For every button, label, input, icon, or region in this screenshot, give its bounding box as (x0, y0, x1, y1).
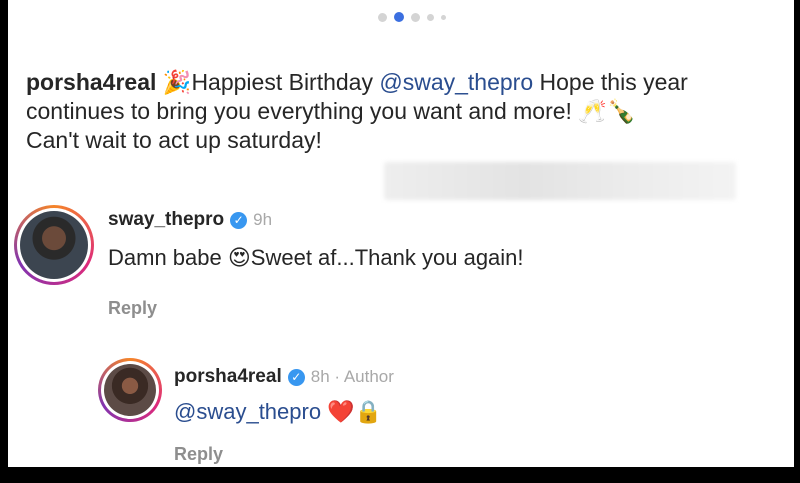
comment-header: porsha4real ✓ 8h · Author (174, 366, 394, 388)
reply-button[interactable]: Reply (108, 298, 157, 319)
comment-text: @sway_thepro ❤️🔒 (174, 399, 382, 425)
avatar-photo (20, 211, 88, 279)
carousel-dot[interactable] (378, 12, 387, 22)
comment-text: Damn babe 😍Sweet af...Thank you again! (108, 245, 524, 271)
comment-text-part: Sweet af...Thank you again! (250, 245, 524, 270)
comment-username[interactable]: sway_thepro (108, 209, 224, 231)
verified-badge-icon: ✓ (230, 211, 248, 229)
comment-time: 9h (253, 210, 273, 229)
comment-username[interactable]: porsha4real (174, 366, 282, 388)
avatar[interactable] (14, 205, 94, 285)
frame-left-border (0, 0, 8, 483)
blurred-region (384, 162, 736, 200)
carousel-dot-active[interactable] (394, 12, 404, 22)
caption-text: Happiest Birthday (191, 69, 380, 95)
comment-time: 8h · Author (310, 367, 394, 386)
frame-right-border (794, 0, 800, 483)
carousel-dot[interactable] (411, 12, 420, 22)
reply-button[interactable]: Reply (174, 444, 223, 465)
frame-bottom-border (0, 467, 800, 483)
comment-mention[interactable]: @sway_thepro (174, 399, 321, 424)
party-emoji: 🎉 (162, 69, 192, 95)
verified-badge-icon: ✓ (287, 368, 305, 386)
post-caption: porsha4real 🎉Happiest Birthday @sway_the… (26, 68, 786, 155)
avatar-photo (104, 364, 156, 416)
carousel-dot[interactable] (427, 13, 434, 21)
heart-eyes-emoji: 😍 (227, 245, 251, 270)
comment-header: sway_thepro ✓ 9h (108, 209, 272, 231)
carousel-indicator[interactable] (378, 12, 446, 22)
comment-text-part: Damn babe (108, 245, 228, 270)
heart-lock-emojis: ❤️🔒 (321, 399, 382, 424)
caption-mention[interactable]: @sway_thepro (379, 69, 533, 95)
avatar[interactable] (98, 358, 162, 422)
caption-line2: Can't wait to act up saturday! (26, 127, 322, 153)
champagne-emojis: 🥂🍾 (578, 98, 636, 124)
carousel-dot[interactable] (441, 14, 446, 20)
caption-username[interactable]: porsha4real (26, 69, 156, 95)
